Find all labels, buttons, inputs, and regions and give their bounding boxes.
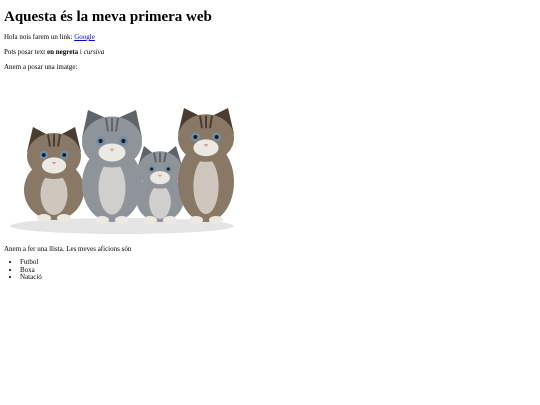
link-paragraph: Hola nois farem un link: Google (4, 33, 536, 42)
link-paragraph-text: Hola nois farem un link: (4, 33, 75, 41)
list-intro-text: Anem a fer una llista. Les meves aficion… (4, 245, 132, 253)
page-content: Aquesta és la meva primera web Hola nois… (4, 0, 536, 282)
page-title: Aquesta és la meva primera web (4, 9, 212, 25)
hobby-item: Boxa (20, 266, 536, 275)
format-paragraph: Pots posar text en negreta i cursiva (4, 48, 536, 57)
kitten-1 (24, 127, 84, 222)
kitten-4 (178, 108, 234, 224)
hobby-item: Natació (20, 274, 536, 282)
google-link[interactable]: Google (74, 33, 95, 41)
bold-text: en negreta (46, 48, 79, 56)
kitten-2 (82, 110, 142, 224)
hobby-item: Futbol (20, 258, 536, 267)
kitten-3 (136, 146, 184, 224)
kittens-illustration (10, 108, 234, 234)
kittens-image (4, 94, 240, 236)
hobbies-list: Futbol Boxa Natació (4, 258, 536, 282)
image-intro-text: Anem a posar una imatge: (4, 63, 78, 71)
italic-text: cursiva (83, 48, 105, 56)
format-prefix-text: Pots posar text (4, 48, 47, 56)
